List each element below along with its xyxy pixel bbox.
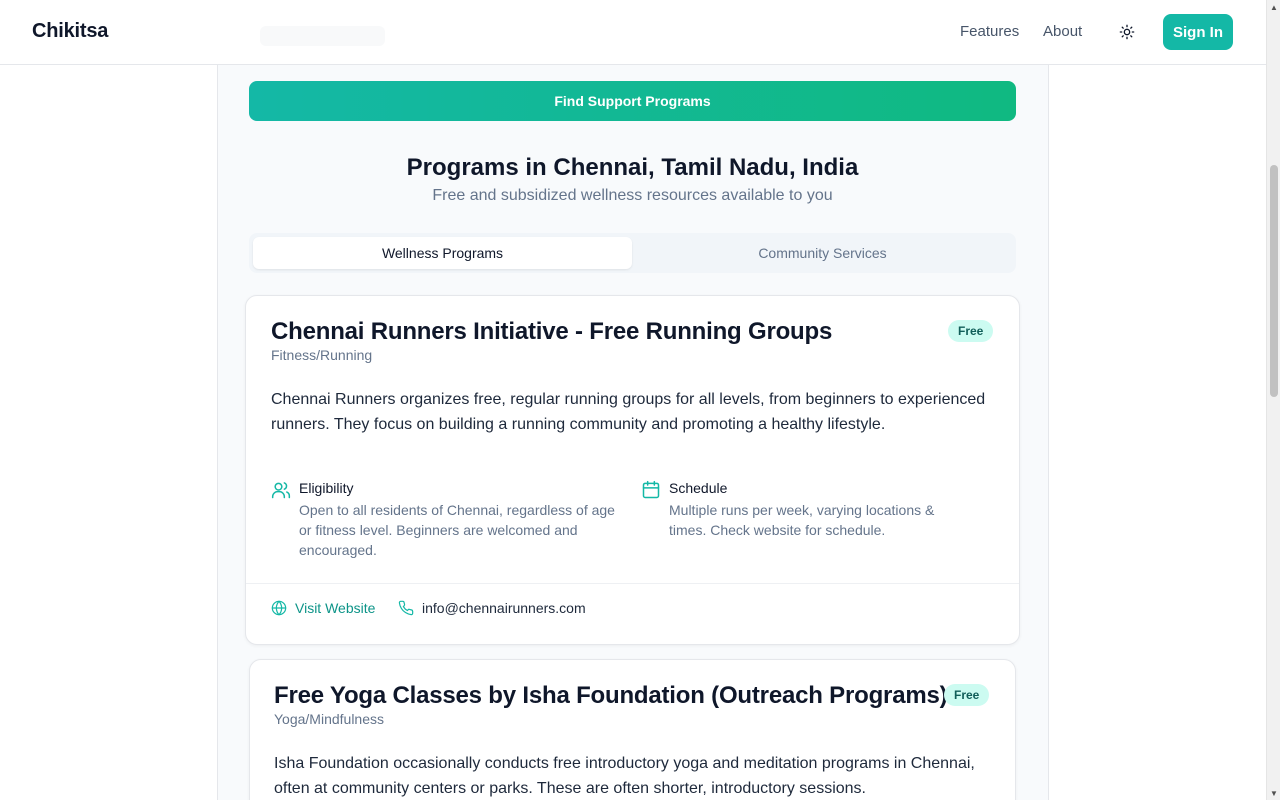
scroll-up-arrow-icon[interactable]: ▲ — [1267, 0, 1280, 14]
program-tabs: Wellness Programs Community Services — [249, 233, 1016, 273]
scrollbar-thumb[interactable] — [1270, 165, 1278, 397]
contact-email[interactable]: info@chennairunners.com — [398, 600, 586, 616]
scroll-down-arrow-icon[interactable]: ▼ — [1267, 786, 1280, 800]
visit-website-label[interactable]: Visit Website — [295, 600, 375, 616]
phone-icon — [398, 600, 414, 616]
users-icon — [271, 482, 291, 499]
program-card: Free Yoga Classes by Isha Foundation (Ou… — [249, 659, 1016, 800]
program-title: Chennai Runners Initiative - Free Runnin… — [271, 318, 833, 345]
schedule-block: Schedule Multiple runs per week, varying… — [641, 480, 971, 540]
eligibility-text: Open to all residents of Chennai, regard… — [299, 502, 615, 558]
schedule-text: Multiple runs per week, varying location… — [669, 502, 935, 538]
schedule-label: Schedule — [669, 480, 728, 496]
results-subtitle: Free and subsidized wellness resources a… — [432, 187, 833, 204]
program-category: Fitness/Running — [271, 347, 373, 363]
eligibility-label: Eligibility — [299, 480, 354, 496]
globe-icon — [271, 600, 287, 616]
program-description: Chennai Runners organizes free, regular … — [271, 391, 986, 433]
program-title: Free Yoga Classes by Isha Foundation (Ou… — [274, 682, 948, 709]
tab-community-services[interactable]: Community Services — [633, 237, 1012, 269]
faded-header-field — [260, 26, 385, 46]
vertical-scrollbar[interactable]: ▲ ▼ — [1266, 0, 1280, 800]
calendar-icon — [642, 480, 660, 499]
sun-icon — [1119, 24, 1135, 40]
brand-logo[interactable]: Chikitsa — [32, 20, 108, 43]
theme-toggle-button[interactable] — [1113, 18, 1141, 46]
find-support-programs-button[interactable]: Find Support Programs — [249, 81, 1016, 121]
nav-about-link[interactable]: About — [1043, 23, 1082, 40]
sign-in-button[interactable]: Sign In — [1163, 14, 1233, 50]
program-card: Chennai Runners Initiative - Free Runnin… — [245, 295, 1020, 645]
contact-email-text[interactable]: info@chennairunners.com — [422, 600, 586, 616]
card-divider — [246, 583, 1019, 584]
nav-features-link[interactable]: Features — [960, 23, 1019, 40]
page-viewport: Chikitsa Features About Sign In Find Sup… — [0, 0, 1266, 800]
free-badge: Free — [944, 684, 990, 706]
free-badge: Free — [948, 320, 994, 342]
results-title: Programs in Chennai, Tamil Nadu, India — [406, 154, 859, 181]
visit-website-link[interactable]: Visit Website — [271, 600, 375, 616]
eligibility-block: Eligibility Open to all residents of Che… — [271, 480, 616, 560]
top-navbar: Chikitsa Features About Sign In — [0, 0, 1266, 65]
program-description: Isha Foundation occasionally conducts fr… — [274, 755, 975, 797]
program-category: Yoga/Mindfulness — [274, 711, 385, 727]
tab-wellness-programs[interactable]: Wellness Programs — [253, 237, 632, 269]
